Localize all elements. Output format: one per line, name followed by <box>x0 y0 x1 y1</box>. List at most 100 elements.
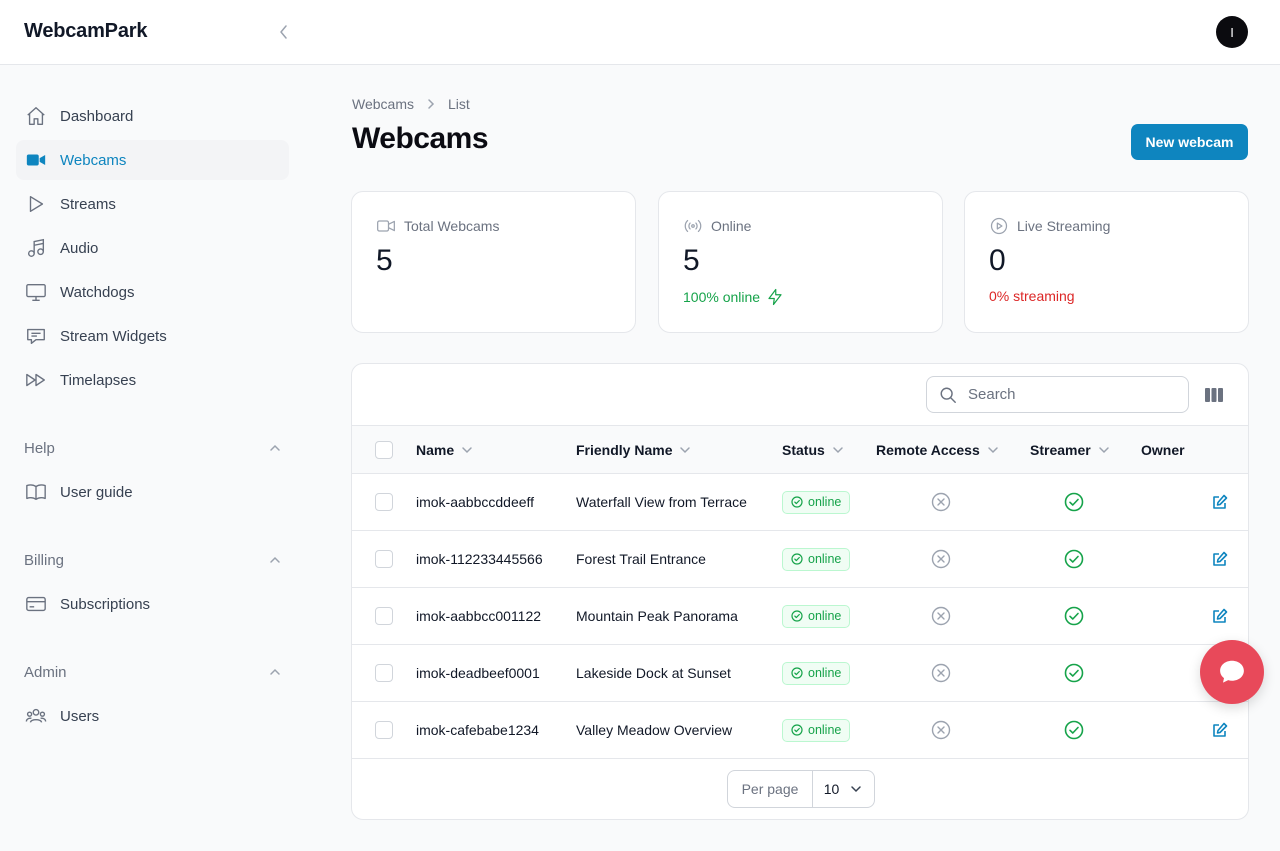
status-text: online <box>808 609 842 623</box>
column-header-streamer[interactable]: Streamer <box>1030 426 1111 473</box>
per-page-select[interactable]: 10 <box>813 781 874 797</box>
column-header-friendly-name[interactable]: Friendly Name <box>576 426 692 473</box>
credit-card-icon <box>24 592 48 616</box>
row-checkbox[interactable] <box>375 607 393 625</box>
cell-name[interactable]: imok-deadbeef0001 <box>416 645 540 701</box>
check-circle-icon <box>791 724 803 736</box>
status-text: online <box>808 495 842 509</box>
play-circle-icon <box>990 217 1008 235</box>
sidebar-item-watchdogs[interactable]: Watchdogs <box>16 272 289 312</box>
search-input[interactable] <box>968 386 1168 403</box>
row-checkbox[interactable] <box>375 493 393 511</box>
chat-bubble-icon <box>24 324 48 348</box>
sidebar-item-label: Users <box>60 707 100 725</box>
status-text: online <box>808 552 842 566</box>
check-circle-icon <box>791 553 803 565</box>
cell-name[interactable]: imok-112233445566 <box>416 531 543 587</box>
cell-name[interactable]: imok-aabbcc001122 <box>416 588 541 644</box>
table-row[interactable]: imok-112233445566 Forest Trail Entrance on… <box>352 531 1248 588</box>
sidebar-group-label: Help <box>24 439 55 457</box>
stat-card-online: Online 5 100% online <box>658 191 943 333</box>
status-badge: online <box>782 661 851 685</box>
column-label: Status <box>782 441 825 458</box>
forward-icon <box>24 368 48 392</box>
x-circle-icon <box>931 549 951 569</box>
sidebar-group-label: Billing <box>24 551 65 569</box>
row-checkbox[interactable] <box>375 721 393 739</box>
row-checkbox[interactable] <box>375 664 393 682</box>
sidebar-item-dashboard[interactable]: Dashboard <box>16 96 289 136</box>
sidebar-item-subscriptions[interactable]: Subscriptions <box>16 584 289 624</box>
check-circle-icon <box>1064 663 1084 683</box>
sidebar-item-timelapses[interactable]: Timelapses <box>16 360 289 400</box>
stat-description: 0% streaming <box>989 288 1075 304</box>
new-webcam-button[interactable]: New webcam <box>1131 124 1248 160</box>
status-badge: online <box>782 718 851 742</box>
breadcrumb: Webcams List <box>352 96 470 112</box>
pagination: Per page 10 <box>727 770 875 808</box>
column-header-name[interactable]: Name <box>416 426 474 473</box>
stat-value: 5 <box>376 244 393 277</box>
row-checkbox[interactable] <box>375 550 393 568</box>
book-icon <box>24 480 48 504</box>
column-header-status[interactable]: Status <box>782 426 845 473</box>
sidebar-item-stream-widgets[interactable]: Stream Widgets <box>16 316 289 356</box>
column-label: Friendly Name <box>576 441 673 458</box>
chat-support-button[interactable] <box>1200 640 1264 704</box>
sidebar-item-label: Webcams <box>60 151 127 169</box>
sidebar-group-billing[interactable]: Billing <box>24 548 282 572</box>
table-row[interactable]: imok-aabbccddeeff Waterfall View from Ter… <box>352 474 1248 531</box>
edit-icon[interactable] <box>1210 549 1230 569</box>
cell-friendly-name: Mountain Peak Panorama <box>576 608 738 624</box>
breadcrumb-link-webcams[interactable]: Webcams <box>352 96 414 112</box>
chevron-up-icon <box>270 444 280 451</box>
play-icon <box>24 192 48 216</box>
table-row[interactable]: imok-aabbcc001122 Mountain Peak Panorama o… <box>352 588 1248 645</box>
chevron-down-icon <box>833 446 843 453</box>
sidebar-item-user-guide[interactable]: User guide <box>16 472 289 512</box>
cell-status: online <box>782 702 851 758</box>
sidebar-item-audio[interactable]: Audio <box>16 228 289 268</box>
column-label: Owner <box>1141 441 1185 458</box>
sidebar-group-help[interactable]: Help <box>24 436 282 460</box>
search-box[interactable] <box>926 376 1189 413</box>
cell-status: online <box>782 645 851 701</box>
table-row[interactable]: imok-cafebabe1234 Valley Meadow Overview o… <box>352 702 1248 759</box>
stat-label: Live Streaming <box>1017 218 1111 234</box>
user-avatar[interactable]: I <box>1216 16 1248 48</box>
check-circle-icon <box>1064 606 1084 626</box>
cell-friendly-name: Lakeside Dock at Sunset <box>576 665 731 681</box>
edit-icon[interactable] <box>1210 720 1230 740</box>
chevron-up-icon <box>270 668 280 675</box>
sidebar-item-label: Subscriptions <box>60 595 151 613</box>
cell-name[interactable]: imok-cafebabe1234 <box>416 702 539 758</box>
webcams-table: Name Friendly Name Status Remote Access … <box>351 363 1249 820</box>
check-circle-icon <box>791 496 803 508</box>
select-all-checkbox[interactable] <box>375 441 393 459</box>
x-circle-icon <box>931 720 951 740</box>
sidebar-item-users[interactable]: Users <box>16 696 289 736</box>
column-header-owner[interactable]: Owner <box>1141 426 1185 473</box>
status-badge: online <box>782 547 851 571</box>
check-circle-icon <box>1064 720 1084 740</box>
users-icon <box>24 704 48 728</box>
edit-icon[interactable] <box>1210 606 1230 626</box>
chevron-right-icon <box>428 99 435 109</box>
sidebar-item-streams[interactable]: Streams <box>16 184 289 224</box>
collapse-sidebar-button[interactable] <box>272 20 296 44</box>
cell-status: online <box>782 474 851 530</box>
column-header-remote-access[interactable]: Remote Access <box>876 426 1000 473</box>
sidebar-item-label: Timelapses <box>60 371 137 389</box>
lightning-bolt-icon <box>768 288 782 306</box>
stat-label: Online <box>711 218 752 234</box>
sidebar-item-webcams[interactable]: Webcams <box>16 140 289 180</box>
sidebar-item-label: Watchdogs <box>60 283 135 301</box>
table-row[interactable]: imok-deadbeef0001 Lakeside Dock at Sunset… <box>352 645 1248 702</box>
sidebar-group-admin[interactable]: Admin <box>24 660 282 684</box>
toggle-columns-button[interactable] <box>1203 384 1225 406</box>
brand-logo[interactable]: WebcamPark <box>24 20 147 43</box>
edit-icon[interactable] <box>1210 492 1230 512</box>
cell-name[interactable]: imok-aabbccddeeff <box>416 474 534 530</box>
check-circle-icon <box>1064 549 1084 569</box>
per-page-value: 10 <box>823 781 840 797</box>
